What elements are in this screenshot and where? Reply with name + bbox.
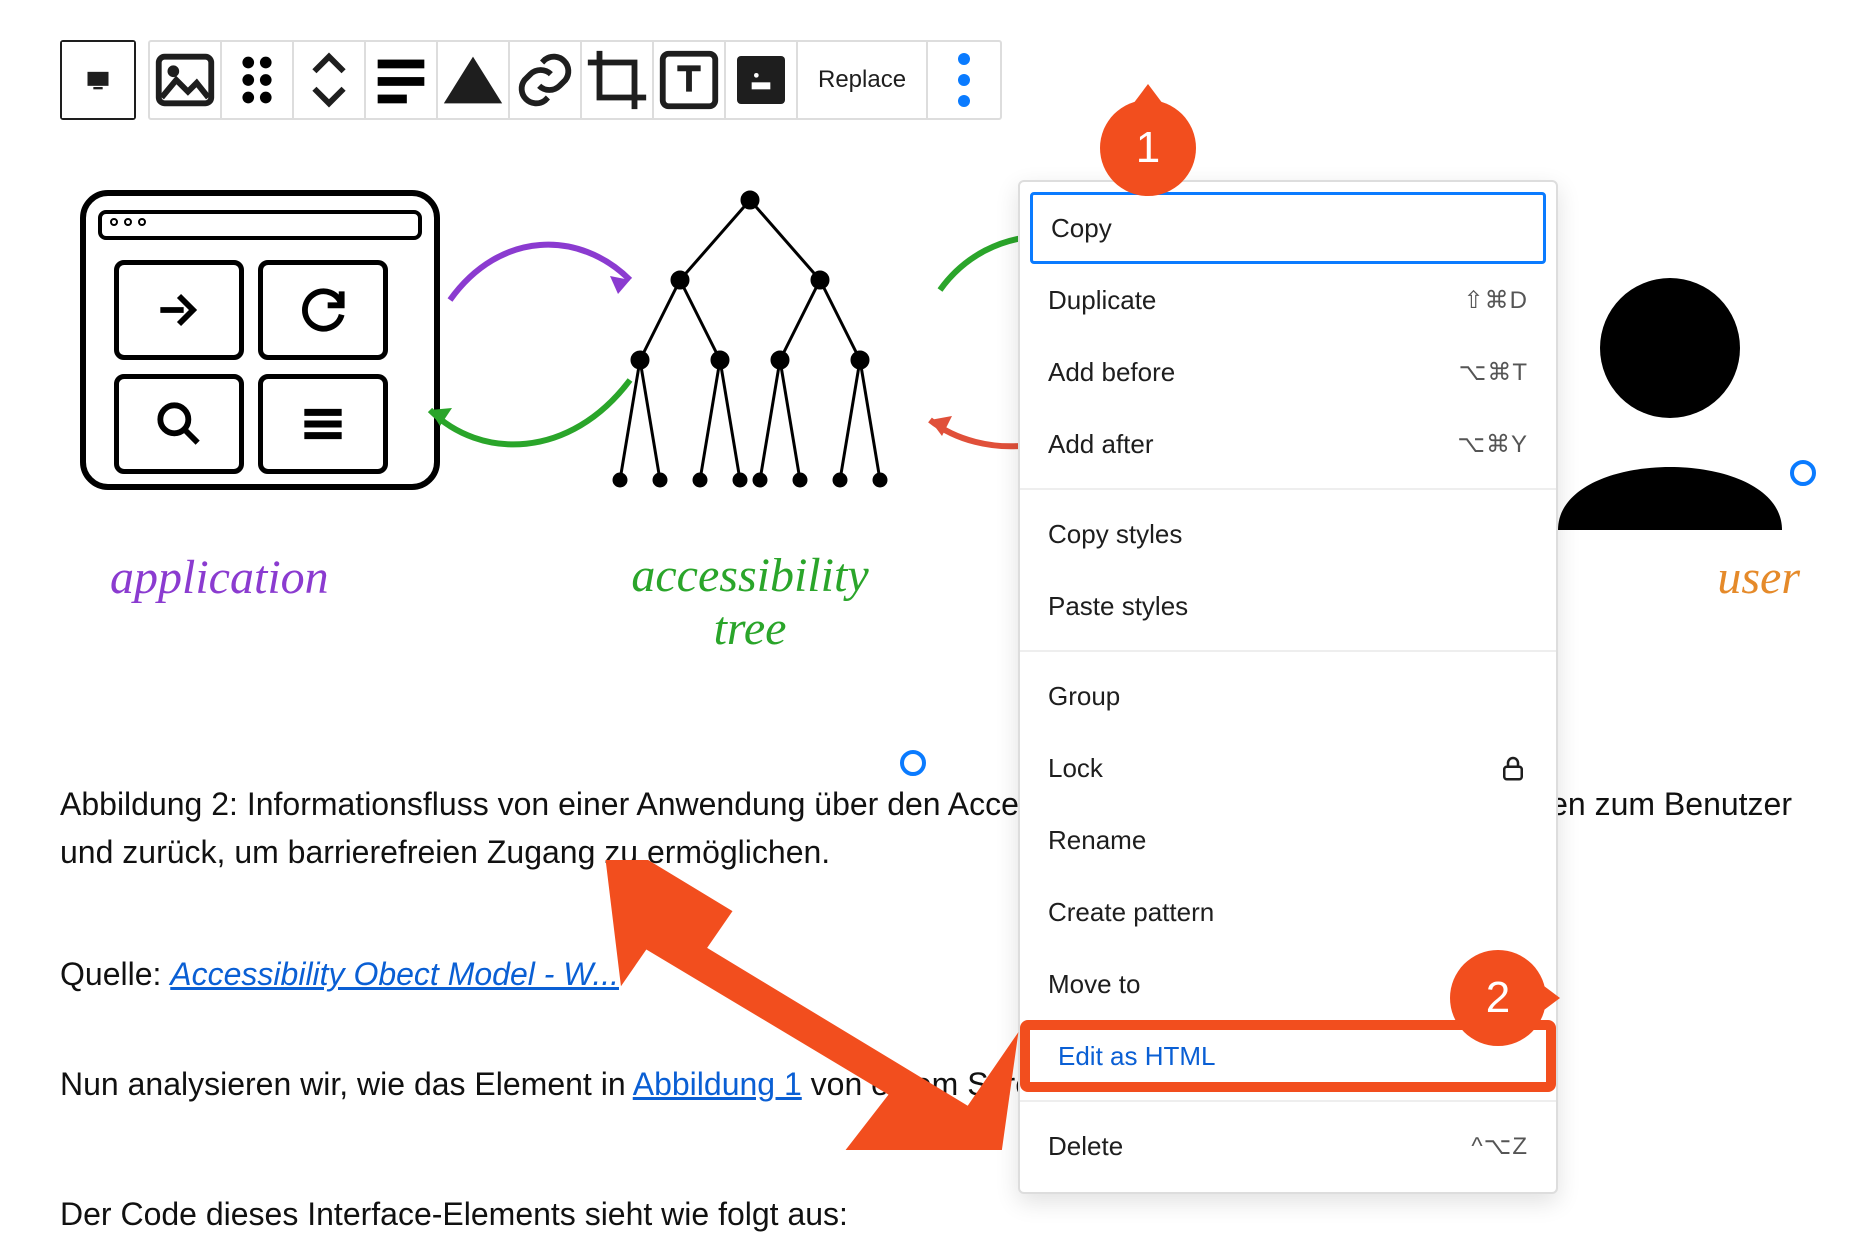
menu-item-add-after[interactable]: Add after ⌥⌘Y — [1020, 408, 1556, 480]
replace-label: Replace — [818, 66, 906, 94]
menu-label: Edit as HTML — [1058, 1041, 1216, 1072]
image-icon — [150, 45, 220, 115]
link-icon — [510, 45, 580, 115]
link-button[interactable] — [510, 42, 582, 118]
source-link[interactable]: Accessibility Obect Model - W... — [170, 956, 619, 992]
menu-label: Add before — [1048, 357, 1175, 388]
annotation-badge-2: 2 — [1450, 950, 1546, 1046]
crop-icon — [582, 45, 652, 115]
selection-ring-icon — [1790, 460, 1816, 486]
duotone-button[interactable] — [726, 42, 798, 118]
more-vertical-icon — [928, 44, 1000, 116]
diagram-arrow-purple — [440, 220, 640, 345]
toolbar-group-block — [60, 40, 136, 120]
menu-label: Copy — [1051, 213, 1112, 244]
filter-icon — [747, 66, 775, 94]
selection-ring-icon — [900, 750, 926, 776]
align-button[interactable] — [366, 42, 438, 118]
menu-item-add-before[interactable]: Add before ⌥⌘T — [1020, 336, 1556, 408]
block-toolbar: Replace — [60, 40, 1002, 120]
menu-shortcut: ⇧⌘D — [1464, 286, 1528, 315]
monitor-icon — [84, 66, 112, 94]
annotation-badge-1: 1 — [1100, 100, 1196, 196]
diagram-label-application: application — [110, 550, 329, 605]
source-prefix: Quelle: — [60, 956, 170, 992]
select-parent-button[interactable] — [150, 42, 222, 118]
menu-label: Add after — [1048, 429, 1154, 460]
menu-item-rename[interactable]: Rename — [1020, 804, 1556, 876]
diagram-arrow-green-1 — [420, 370, 640, 495]
block-options-menu: Copy Duplicate ⇧⌘D Add before ⌥⌘T Add af… — [1018, 180, 1558, 1194]
menu-item-copy-styles[interactable]: Copy styles — [1020, 498, 1556, 570]
drag-handle[interactable] — [222, 42, 294, 118]
text-overlay-button[interactable] — [654, 42, 726, 118]
lock-icon — [1498, 753, 1528, 783]
align-icon — [366, 45, 436, 115]
menu-item-duplicate[interactable]: Duplicate ⇧⌘D — [1020, 264, 1556, 336]
menu-label: Create pattern — [1048, 897, 1214, 928]
menu-label: Duplicate — [1048, 285, 1156, 316]
menu-divider — [1020, 488, 1556, 490]
menu-item-delete[interactable]: Delete ^⌥Z — [1020, 1110, 1556, 1182]
menu-item-lock[interactable]: Lock — [1020, 732, 1556, 804]
menu-label: Move to — [1048, 969, 1141, 1000]
menu-shortcut: ^⌥Z — [1471, 1132, 1528, 1161]
menu-item-create-pattern[interactable]: Create pattern — [1020, 876, 1556, 948]
diagram-label-user: user — [1717, 550, 1800, 605]
toolbar-main: Replace — [148, 40, 1002, 120]
paragraph-2: Der Code dieses Interface-Elements sieht… — [60, 1190, 1800, 1238]
menu-item-copy[interactable]: Copy — [1030, 192, 1546, 264]
triangle-icon — [438, 45, 508, 115]
menu-label: Group — [1048, 681, 1120, 712]
menu-item-paste-styles[interactable]: Paste styles — [1020, 570, 1556, 642]
diagram-user-silhouette — [1530, 250, 1810, 530]
menu-shortcut: ⌥⌘T — [1459, 358, 1528, 387]
accessibility-diagram: application accessibilitytree user — [80, 180, 1850, 660]
menu-shortcut: ⌥⌘Y — [1457, 430, 1528, 459]
move-up-down-button[interactable] — [294, 42, 366, 118]
menu-divider — [1020, 1100, 1556, 1102]
caption-button[interactable] — [438, 42, 510, 118]
menu-label: Delete — [1048, 1131, 1123, 1162]
chevrons-vertical-icon — [294, 45, 364, 115]
text-box-icon — [654, 45, 724, 115]
menu-label: Lock — [1048, 753, 1103, 784]
more-options-button[interactable] — [928, 42, 1000, 118]
replace-button[interactable]: Replace — [798, 42, 928, 118]
menu-label: Rename — [1048, 825, 1146, 856]
menu-label: Copy styles — [1048, 519, 1182, 550]
diagram-application-box — [80, 190, 440, 490]
menu-item-group[interactable]: Group — [1020, 660, 1556, 732]
block-type-button[interactable] — [62, 42, 134, 118]
crop-button[interactable] — [582, 42, 654, 118]
menu-label: Paste styles — [1048, 591, 1188, 622]
figure-1-link[interactable]: Abbildung 1 — [633, 1066, 802, 1102]
menu-divider — [1020, 650, 1556, 652]
diagram-label-tree: accessibilitytree — [550, 550, 950, 656]
drag-icon — [222, 45, 292, 115]
